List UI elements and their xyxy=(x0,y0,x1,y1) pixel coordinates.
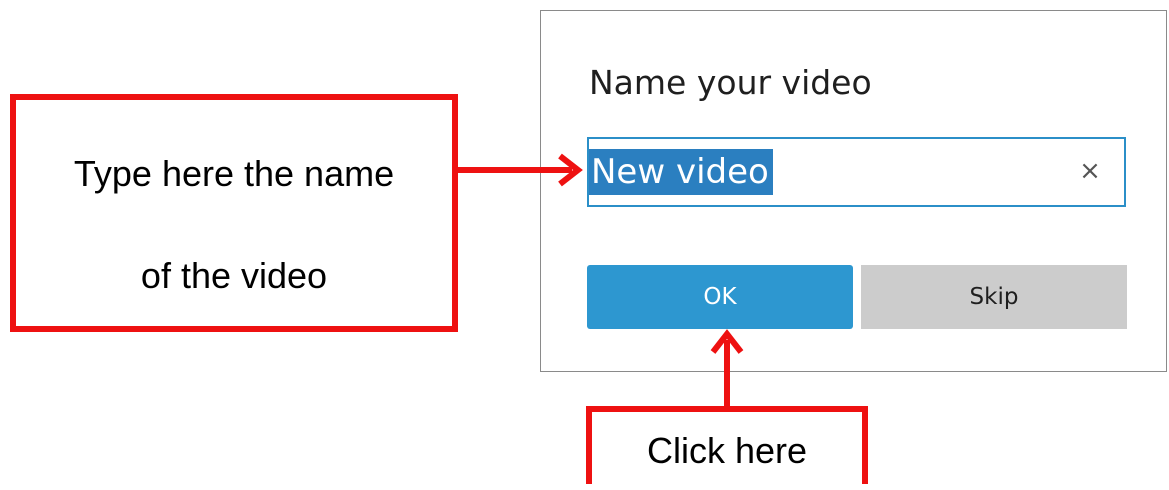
video-name-value[interactable]: New video xyxy=(589,149,773,195)
video-name-input[interactable]: New video × xyxy=(587,137,1126,207)
skip-button[interactable]: Skip xyxy=(861,265,1127,329)
name-instruction-callout: Type here the name of the video xyxy=(10,94,458,332)
click-here-callout: Click here xyxy=(586,406,868,484)
dialog-title: Name your video xyxy=(589,63,872,102)
ok-button[interactable]: OK xyxy=(587,265,853,329)
callout-text-click: Click here xyxy=(646,430,808,471)
close-icon[interactable]: × xyxy=(1078,158,1102,184)
callout-text-line-2: of the video xyxy=(140,255,328,296)
name-video-dialog: Name your video New video × OK Skip xyxy=(540,10,1167,372)
callout-text-line-1: Type here the name xyxy=(73,153,395,194)
